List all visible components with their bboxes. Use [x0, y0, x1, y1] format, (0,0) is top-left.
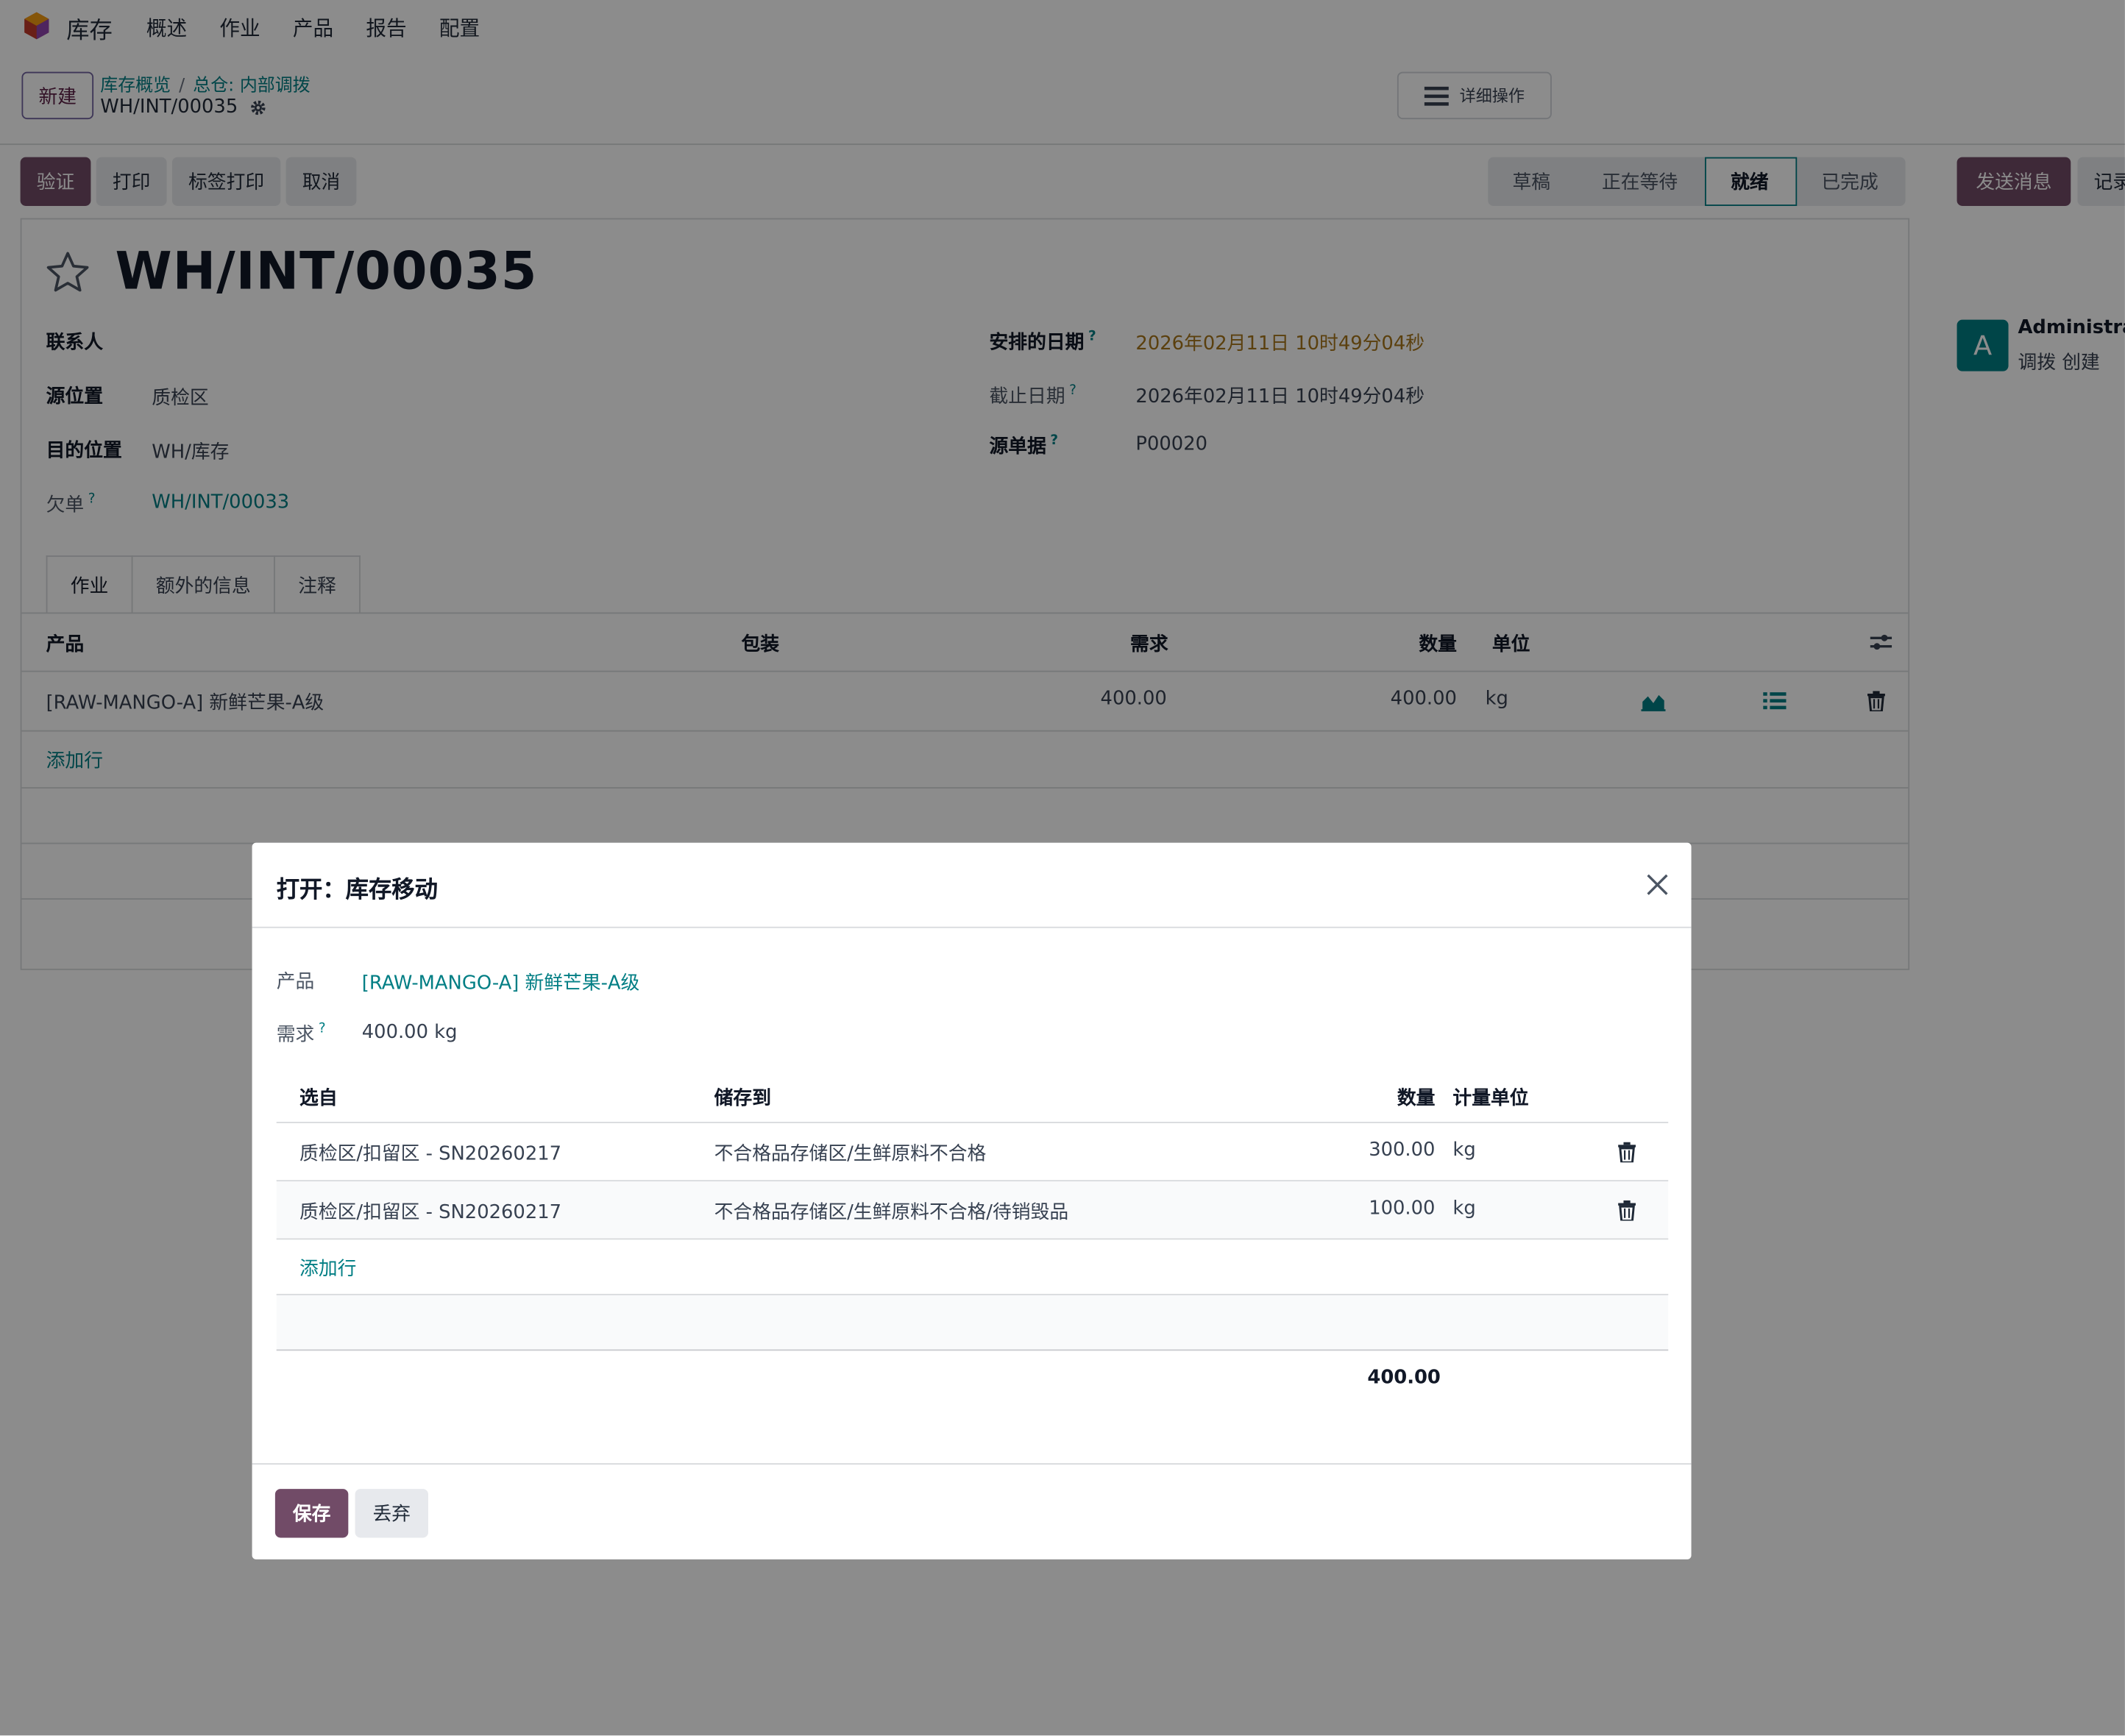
delete-trash-icon[interactable]: [1618, 1142, 1636, 1163]
delete-trash-icon[interactable]: [1618, 1200, 1636, 1221]
table-row[interactable]: 质检区/扣留区 - SN20260217 不合格品存储区/生鲜原料不合格 300…: [276, 1123, 1669, 1182]
row-pick-from[interactable]: 质检区/扣留区 - SN20260217: [299, 1198, 561, 1225]
row-quantity[interactable]: 300.00: [1369, 1139, 1435, 1161]
column-pick-from[interactable]: 选自: [299, 1084, 338, 1111]
column-store-to[interactable]: 储存到: [714, 1084, 771, 1111]
save-button[interactable]: 保存: [274, 1489, 349, 1538]
dialog-product-link[interactable]: [RAW-MANGO-A] 新鲜芒果-A级: [362, 969, 640, 996]
table-row[interactable]: 质检区/扣留区 - SN20260217 不合格品存储区/生鲜原料不合格/待销毁…: [276, 1181, 1669, 1240]
row-uom[interactable]: kg: [1452, 1198, 1475, 1219]
row-quantity[interactable]: 100.00: [1369, 1198, 1435, 1219]
dialog-add-line-link[interactable]: 添加行: [299, 1255, 356, 1282]
dialog-footer: 保存 丢弃: [252, 1463, 1692, 1559]
column-quantity[interactable]: 数量: [1397, 1084, 1436, 1111]
page-root: 库存 概述 作业 产品 报告 配置 新建 库存概览 / 总仓: 内部调拨 WH/IN…: [0, 0, 2125, 1736]
column-uom[interactable]: 计量单位: [1452, 1084, 1528, 1111]
dialog-demand-label-text: 需求: [276, 1024, 315, 1046]
dialog-demand-label: 需求?: [277, 1020, 326, 1047]
row-uom[interactable]: kg: [1452, 1139, 1475, 1161]
row-store-to[interactable]: 不合格品存储区/生鲜原料不合格: [714, 1139, 987, 1167]
empty-row: [276, 1293, 1669, 1351]
move-lines-header: 选自 储存到 数量 计量单位: [276, 1067, 1669, 1123]
dialog-demand-value: 400.00 kg: [361, 1021, 458, 1044]
stock-move-dialog: 打开：库存移动 产品 [RAW-MANGO-A] 新鲜芒果-A级 需求? 400…: [252, 842, 1692, 1559]
dialog-header: 打开：库存移动: [252, 843, 1692, 928]
row-store-to[interactable]: 不合格品存储区/生鲜原料不合格/待销毁品: [714, 1198, 1069, 1225]
help-icon[interactable]: ?: [319, 1022, 326, 1036]
dialog-product-label: 产品: [276, 971, 315, 994]
dialog-title: 打开：库存移动: [276, 876, 438, 904]
discard-button[interactable]: 丢弃: [355, 1489, 429, 1538]
close-icon[interactable]: [1644, 871, 1671, 898]
quantity-total: 400.00: [1367, 1367, 1441, 1389]
row-pick-from[interactable]: 质检区/扣留区 - SN20260217: [299, 1139, 561, 1167]
